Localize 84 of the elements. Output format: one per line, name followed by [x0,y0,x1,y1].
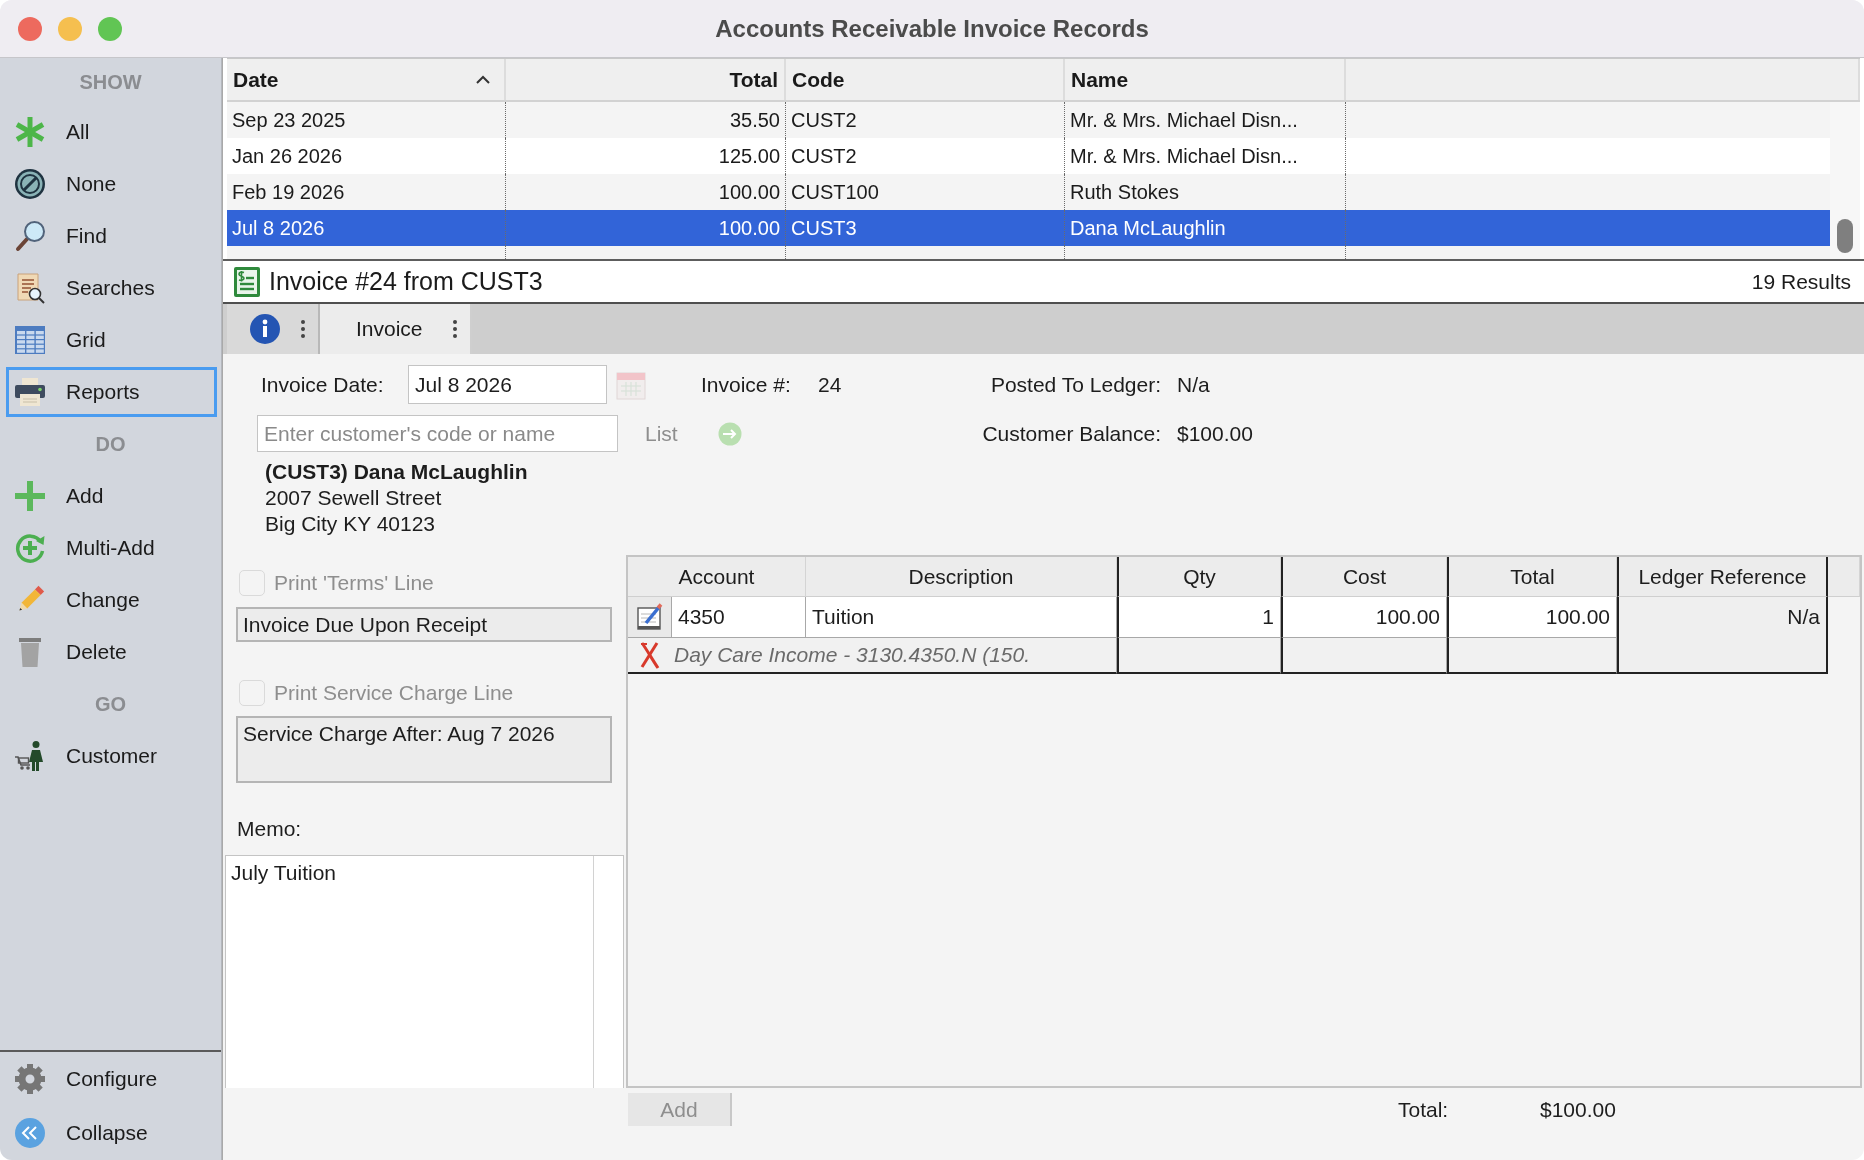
sidebar-item[interactable]: Searches [6,263,217,313]
address-line: 2007 Sewell Street [265,485,443,511]
printer-icon [14,376,46,408]
section-heading: GO [93,691,128,717]
checkbox-label: Print Service Charge Line [274,681,514,705]
x-mark-icon [639,641,661,669]
dollar-document-icon [233,265,261,298]
caret-up-icon [476,75,490,84]
tab[interactable] [227,304,320,354]
section-heading: SHOW [78,69,143,95]
table-row[interactable]: Feb 19 2026 100.00 CUST100 Ruth Stokes [227,174,1830,210]
column-header: Account [628,557,806,597]
asterisk-icon [14,116,46,148]
table-row[interactable]: Sep 23 2025 35.50 CUST2 Mr. & Mrs. Michael Disn... [227,102,1830,138]
column-header[interactable]: Name [1065,59,1346,100]
sidebar-item[interactable]: Find [6,211,217,261]
sidebar-item[interactable]: All [6,107,217,157]
settings-icon [14,1063,46,1095]
customer-name: (CUST3) Dana McLaughlin [265,459,528,485]
section-heading: DO [94,431,127,457]
column-header: Ledger Reference [1617,557,1828,597]
column-header: Description [806,557,1117,597]
table-grid-icon [14,324,46,356]
sidebar-item[interactable]: Add [6,471,217,521]
field-value: 24 [818,372,842,397]
info-icon [249,313,281,345]
sidebar-item[interactable]: Multi-Add [6,523,217,573]
vertical-dots-icon [452,319,458,339]
column-header: Total [1447,557,1617,597]
column-header[interactable]: Code [786,59,1065,100]
plus-icon [14,480,46,512]
date-field[interactable]: Jul 8 2026 [408,365,607,404]
column-header: Cost [1281,557,1447,597]
table-cell: N/a [1617,597,1828,674]
double-chevron-icon [14,1117,46,1149]
field-label: Memo: [236,816,302,842]
column-header: Qty [1117,557,1281,597]
table-cell: Tuition [806,597,1117,638]
field-label: Invoice Date: [261,372,385,397]
checkbox-label: Print 'Terms' Line [274,571,434,595]
sidebar-item[interactable]: Configure [6,1053,217,1105]
table-cell: 100.00 [1447,597,1617,638]
sidebar-item[interactable]: Grid [6,315,217,365]
customer-search-field[interactable]: Enter customer's code or name [257,415,618,452]
window-title: Accounts Receivable Invoice Records [715,14,1149,43]
arrow-circle-icon [717,421,742,446]
table-cell: 4350 [672,597,806,638]
sidebar-item[interactable]: Collapse [6,1107,217,1159]
minimize-button[interactable] [58,16,82,41]
column-header[interactable]: Date [227,59,506,100]
calendar-icon [616,369,646,400]
table-cell: 1 [1117,597,1281,638]
search-icon [14,220,46,252]
prohibited-icon [14,168,46,200]
column-header[interactable]: Total [506,59,786,100]
field-value: $100.00 [1177,421,1253,446]
field-value: N/a [1177,372,1210,397]
sidebar-item[interactable]: Customer [6,731,217,781]
sidebar-item[interactable]: Delete [6,627,217,677]
sidebar-item[interactable]: None [6,159,217,209]
address-line: Big City KY 40123 [265,511,437,537]
invoice-title: Invoice #24 from CUST3 [269,267,543,296]
close-button[interactable] [18,16,42,41]
person-cart-icon [14,740,46,772]
pencil-paper-icon [635,603,664,631]
scroll-search-icon [14,272,46,304]
total-value: $100.00 [1540,1097,1616,1122]
table-cell[interactable] [628,597,672,638]
sidebar-item[interactable]: Reports [6,367,217,417]
total-label: Total: [1398,1097,1450,1122]
field-label: Customer Balance: [981,421,1162,446]
field-label: Invoice #: [701,372,792,397]
tab[interactable]: Invoice [320,304,472,354]
table-row[interactable]: Jul 8 2026 100.00 CUST3 Dana McLaughlin [227,210,1830,246]
field-label: Posted To Ledger: [989,372,1162,397]
results-count: 19 Results [1751,269,1851,294]
circular-arrow-plus-icon [14,532,46,564]
table-cell: 100.00 [1281,597,1447,638]
vertical-dots-icon [300,319,306,339]
account-detail: Day Care Income - 3130.4350.N (150. [672,638,1117,674]
memo-field[interactable]: July Tuition [225,855,624,1088]
scrollbar-thumb[interactable] [1837,219,1853,253]
sidebar-item[interactable]: Change [6,575,217,625]
zoom-button[interactable] [98,16,122,41]
